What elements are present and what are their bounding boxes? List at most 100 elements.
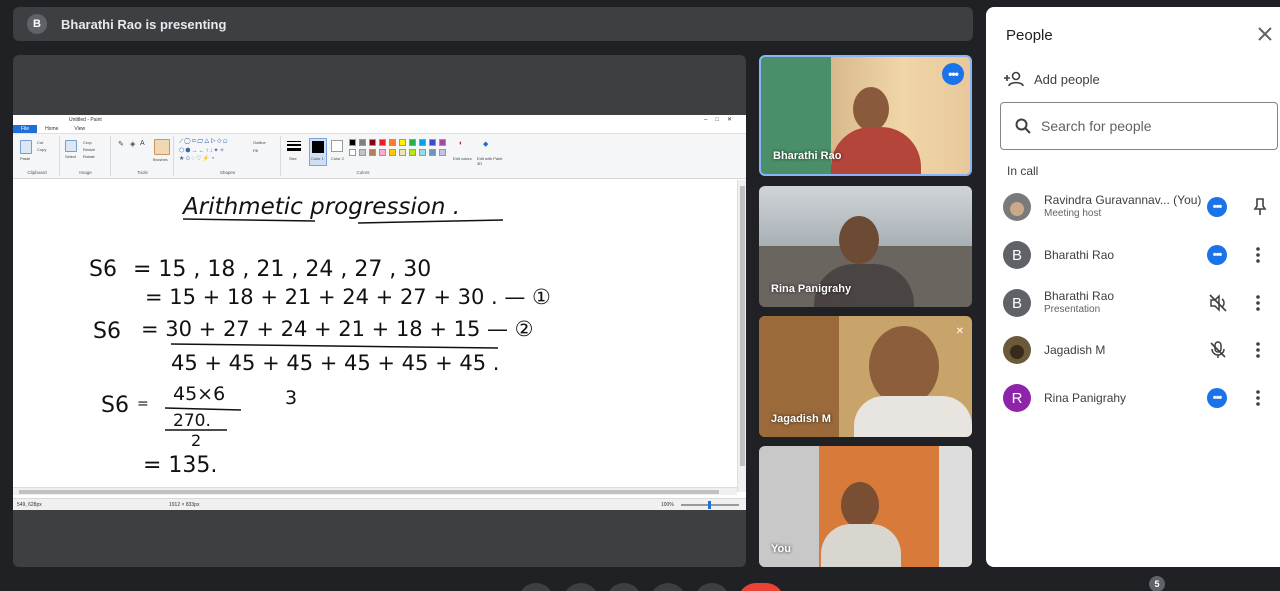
- color1-box[interactable]: [309, 138, 327, 166]
- shapes-row-2[interactable]: ⬡⬢→←↑↓✦✧: [179, 147, 226, 154]
- participant-count-badge: 5: [1149, 576, 1165, 591]
- tile-you[interactable]: You: [759, 446, 972, 567]
- presentation-stage[interactable]: Untitled - Paint –□✕ File Home View Past…: [13, 55, 746, 567]
- cut-label[interactable]: Cut: [37, 140, 43, 145]
- color-swatch[interactable]: [409, 139, 416, 146]
- color-swatch[interactable]: [399, 139, 406, 146]
- color-swatch[interactable]: [379, 149, 386, 156]
- resize-label[interactable]: Resize: [83, 147, 95, 152]
- zoom-slider-knob[interactable]: [708, 501, 711, 509]
- pencil-icon[interactable]: ✎: [118, 140, 124, 148]
- menu-file[interactable]: File: [13, 125, 38, 133]
- paint-canvas[interactable]: Arithmetic progression . S6 = 15 , 18 , …: [13, 180, 737, 487]
- avatar: [1003, 336, 1031, 364]
- color1-label: Color 1: [311, 156, 324, 161]
- more-options-button[interactable]: •••: [1207, 245, 1227, 265]
- ribbon-colors: Size Color 1 Color 2 ◐ Edit colors ◆ Edi…: [283, 136, 503, 176]
- brushes-icon[interactable]: [154, 139, 170, 155]
- line4: 45 + 45 + 45 + 45 + 45 + 45 .: [171, 351, 499, 375]
- color-swatch[interactable]: [429, 139, 436, 146]
- close-icon[interactable]: [1256, 25, 1274, 43]
- tile-rina-panigrahy[interactable]: Rina Panigrahy: [759, 186, 972, 307]
- participant-row[interactable]: Ravindra Guravannav... (You) Meeting hos…: [1003, 187, 1278, 227]
- participant-name: Jagadish M: [1044, 343, 1106, 357]
- participant-row[interactable]: B Bharathi Rao •••: [1003, 235, 1278, 275]
- more-options-button[interactable]: •••: [1207, 197, 1227, 217]
- crop-label[interactable]: Crop: [83, 140, 92, 145]
- color-swatch[interactable]: [369, 149, 376, 156]
- more-options-button[interactable]: [694, 583, 730, 591]
- menu-home[interactable]: Home: [37, 125, 66, 133]
- kebab-menu-icon[interactable]: [1251, 388, 1265, 408]
- color-swatch[interactable]: [409, 149, 416, 156]
- color-swatch[interactable]: [389, 149, 396, 156]
- add-people-button[interactable]: Add people: [1004, 71, 1100, 87]
- paint3d-icon[interactable]: ◆: [483, 140, 488, 148]
- kebab-menu-icon[interactable]: [1251, 293, 1265, 313]
- participant-role: Meeting host: [1044, 208, 1102, 219]
- ribbon-shapes: ⟋◯▭▱△▷◇⬠ ⬡⬢→←↑↓✦✧ ★✩◌♡⚡◔ Outline Fill Sh…: [175, 136, 281, 176]
- participant-row[interactable]: B Bharathi Rao Presentation: [1003, 283, 1278, 323]
- tile-jagadish-m[interactable]: ✕ Jagadish M: [759, 316, 972, 437]
- color-swatch[interactable]: [419, 149, 426, 156]
- shapes-row-3[interactable]: ★✩◌♡⚡◔: [179, 155, 215, 162]
- vertical-scrollbar[interactable]: [737, 180, 746, 492]
- note-title: Arithmetic progression .: [181, 194, 460, 220]
- camera-toggle-button[interactable]: [563, 583, 599, 591]
- paint-titlebar: Untitled - Paint –□✕: [13, 115, 746, 125]
- color-swatch[interactable]: [379, 139, 386, 146]
- kebab-menu-icon[interactable]: [1251, 340, 1265, 360]
- color-swatch[interactable]: [429, 149, 436, 156]
- color-swatch[interactable]: [359, 149, 366, 156]
- leave-call-button[interactable]: [738, 583, 784, 591]
- participant-row[interactable]: R Rina Panigrahy •••: [1003, 378, 1278, 418]
- presenting-label: Bharathi Rao is presenting: [61, 16, 227, 32]
- search-input[interactable]: [1041, 118, 1241, 134]
- copy-label[interactable]: Copy: [37, 147, 46, 152]
- mic-toggle-button[interactable]: [518, 583, 554, 591]
- pin-icon[interactable]: [1251, 197, 1269, 217]
- rotate-label[interactable]: Rotate: [83, 154, 95, 159]
- tile-bharathi-rao[interactable]: ••• Bharathi Rao: [759, 55, 972, 176]
- outline-label[interactable]: Outline: [253, 140, 266, 145]
- volume-off-icon: [1209, 294, 1227, 312]
- more-options-button[interactable]: •••: [1207, 388, 1227, 408]
- fill-bucket-icon[interactable]: ◈: [130, 140, 135, 148]
- horizontal-scrollbar[interactable]: [13, 487, 737, 495]
- presenting-banner: B Bharathi Rao is presenting: [13, 7, 973, 41]
- text-icon[interactable]: A: [140, 140, 145, 147]
- menu-view[interactable]: View: [66, 125, 93, 133]
- participant-row[interactable]: Jagadish M: [1003, 330, 1278, 370]
- paste-label: Paste: [20, 156, 31, 161]
- paste-icon[interactable]: [20, 140, 32, 154]
- kebab-menu-icon[interactable]: [1251, 245, 1265, 265]
- size-icon[interactable]: [287, 139, 301, 153]
- people-panel: People Add people In call Ravindra Gur: [986, 7, 1280, 567]
- meet-window: B Bharathi Rao is presenting Untitled - …: [0, 0, 1280, 591]
- color-swatch[interactable]: [439, 149, 446, 156]
- color-swatch[interactable]: [359, 139, 366, 146]
- tile-options-button[interactable]: •••: [942, 63, 964, 85]
- color-swatch[interactable]: [369, 139, 376, 146]
- color-swatch[interactable]: [439, 139, 446, 146]
- search-field[interactable]: [1000, 102, 1278, 150]
- color-swatch[interactable]: [349, 139, 356, 146]
- color-swatch[interactable]: [389, 139, 396, 146]
- add-people-label: Add people: [1034, 71, 1100, 87]
- fill-label[interactable]: Fill: [253, 148, 258, 153]
- line6: = 135.: [143, 453, 217, 478]
- captions-button[interactable]: [606, 583, 642, 591]
- shapes-row-1[interactable]: ⟋◯▭▱△▷◇⬠: [179, 139, 229, 146]
- color2-box[interactable]: [331, 140, 343, 152]
- color-swatch[interactable]: [399, 149, 406, 156]
- line5-num: 45×6: [173, 383, 225, 405]
- cursor-coords: 549, 628px: [17, 501, 42, 508]
- edit-colors-icon[interactable]: ◐: [459, 140, 463, 147]
- participant-face: [869, 326, 939, 406]
- select-icon[interactable]: [65, 140, 77, 152]
- raise-hand-button[interactable]: [650, 583, 686, 591]
- participant-face: [841, 482, 879, 528]
- color-swatch[interactable]: [349, 149, 356, 156]
- paint3d-label: Edit with Paint 3D: [477, 156, 503, 166]
- color-swatch[interactable]: [419, 139, 426, 146]
